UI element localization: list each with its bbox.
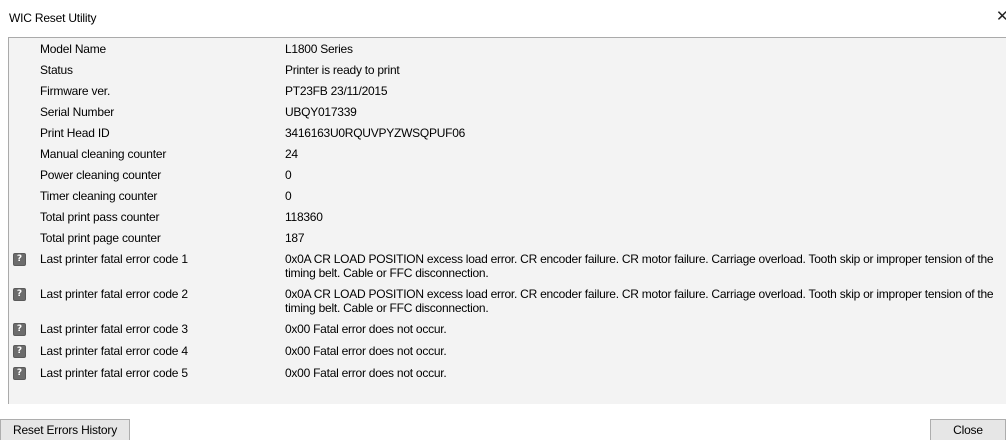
row-value: 0x00 Fatal error does not occur. xyxy=(285,322,447,336)
help-icon[interactable]: ? xyxy=(13,253,26,266)
row-label: Print Head ID xyxy=(40,126,110,140)
row-label: Power cleaning counter xyxy=(40,168,162,182)
info-row-timer-cleaning-counter: Timer cleaning counter 0 xyxy=(9,185,1006,206)
row-value: 118360 xyxy=(285,210,323,224)
row-value: L1800 Series xyxy=(285,42,353,56)
row-label: Timer cleaning counter xyxy=(40,189,158,203)
help-icon[interactable]: ? xyxy=(13,345,26,358)
info-row-print-head-id: Print Head ID 3416163U0RQUVPYZWSQPUF06 xyxy=(9,122,1006,143)
row-value: UBQY017339 xyxy=(285,105,357,119)
row-label: Firmware ver. xyxy=(40,84,111,98)
row-value: 0x0A CR LOAD POSITION excess load error.… xyxy=(285,252,994,280)
row-label: Model Name xyxy=(40,42,107,56)
row-value: 3416163U0RQUVPYZWSQPUF06 xyxy=(285,126,466,140)
row-value: 24 xyxy=(285,147,298,161)
row-value: 0x00 Fatal error does not occur. xyxy=(285,366,447,380)
info-row-fatal-error-code-3: ? Last printer fatal error code 3 0x00 F… xyxy=(9,318,1006,340)
row-value: PT23FB 23/11/2015 xyxy=(285,84,388,98)
info-row-status: Status Printer is ready to print xyxy=(9,59,1006,80)
row-value: 0x00 Fatal error does not occur. xyxy=(285,344,447,358)
info-row-total-print-page-counter: Total print page counter 187 xyxy=(9,227,1006,248)
help-icon[interactable]: ? xyxy=(13,323,26,336)
help-icon[interactable]: ? xyxy=(13,367,26,380)
row-value: Printer is ready to print xyxy=(285,63,400,77)
row-label: Total print pass counter xyxy=(40,210,160,224)
row-label: Last printer fatal error code 4 xyxy=(40,344,188,358)
info-row-fatal-error-code-1: ? Last printer fatal error code 1 0x0A C… xyxy=(9,248,1006,283)
info-row-fatal-error-code-2: ? Last printer fatal error code 2 0x0A C… xyxy=(9,283,1006,318)
close-window-icon[interactable]: ✕ xyxy=(996,8,1006,26)
row-label: Serial Number xyxy=(40,105,115,119)
row-label: Last printer fatal error code 1 xyxy=(40,252,188,266)
help-icon[interactable]: ? xyxy=(13,288,26,301)
window-title: WIC Reset Utility xyxy=(9,11,97,25)
printer-info-panel: Model Name L1800 Series Status Printer i… xyxy=(8,37,1006,404)
row-label: Manual cleaning counter xyxy=(40,147,167,161)
row-value: 0 xyxy=(285,168,292,182)
reset-errors-history-button[interactable]: Reset Errors History xyxy=(0,419,130,440)
row-label: Last printer fatal error code 2 xyxy=(40,287,188,301)
info-row-manual-cleaning-counter: Manual cleaning counter 24 xyxy=(9,143,1006,164)
row-value: 0 xyxy=(285,189,292,203)
title-bar: WIC Reset Utility ✕ xyxy=(0,0,1006,34)
row-label: Last printer fatal error code 5 xyxy=(40,366,188,380)
row-label: Status xyxy=(40,63,73,77)
info-row-total-print-pass-counter: Total print pass counter 118360 xyxy=(9,206,1006,227)
info-row-firmware: Firmware ver. PT23FB 23/11/2015 xyxy=(9,80,1006,101)
info-row-model-name: Model Name L1800 Series xyxy=(9,38,1006,59)
row-label: Total print page counter xyxy=(40,231,161,245)
row-value: 187 xyxy=(285,231,305,245)
info-row-fatal-error-code-5: ? Last printer fatal error code 5 0x00 F… xyxy=(9,362,1006,384)
close-button[interactable]: Close xyxy=(930,419,1006,440)
wic-reset-utility-window: WIC Reset Utility ✕ Model Name L1800 Ser… xyxy=(0,0,1006,440)
row-label: Last printer fatal error code 3 xyxy=(40,322,188,336)
row-value: 0x0A CR LOAD POSITION excess load error.… xyxy=(285,287,994,315)
button-bar: Reset Errors History Close xyxy=(0,404,1006,440)
info-row-power-cleaning-counter: Power cleaning counter 0 xyxy=(9,164,1006,185)
info-row-fatal-error-code-4: ? Last printer fatal error code 4 0x00 F… xyxy=(9,340,1006,362)
info-row-serial-number: Serial Number UBQY017339 xyxy=(9,101,1006,122)
